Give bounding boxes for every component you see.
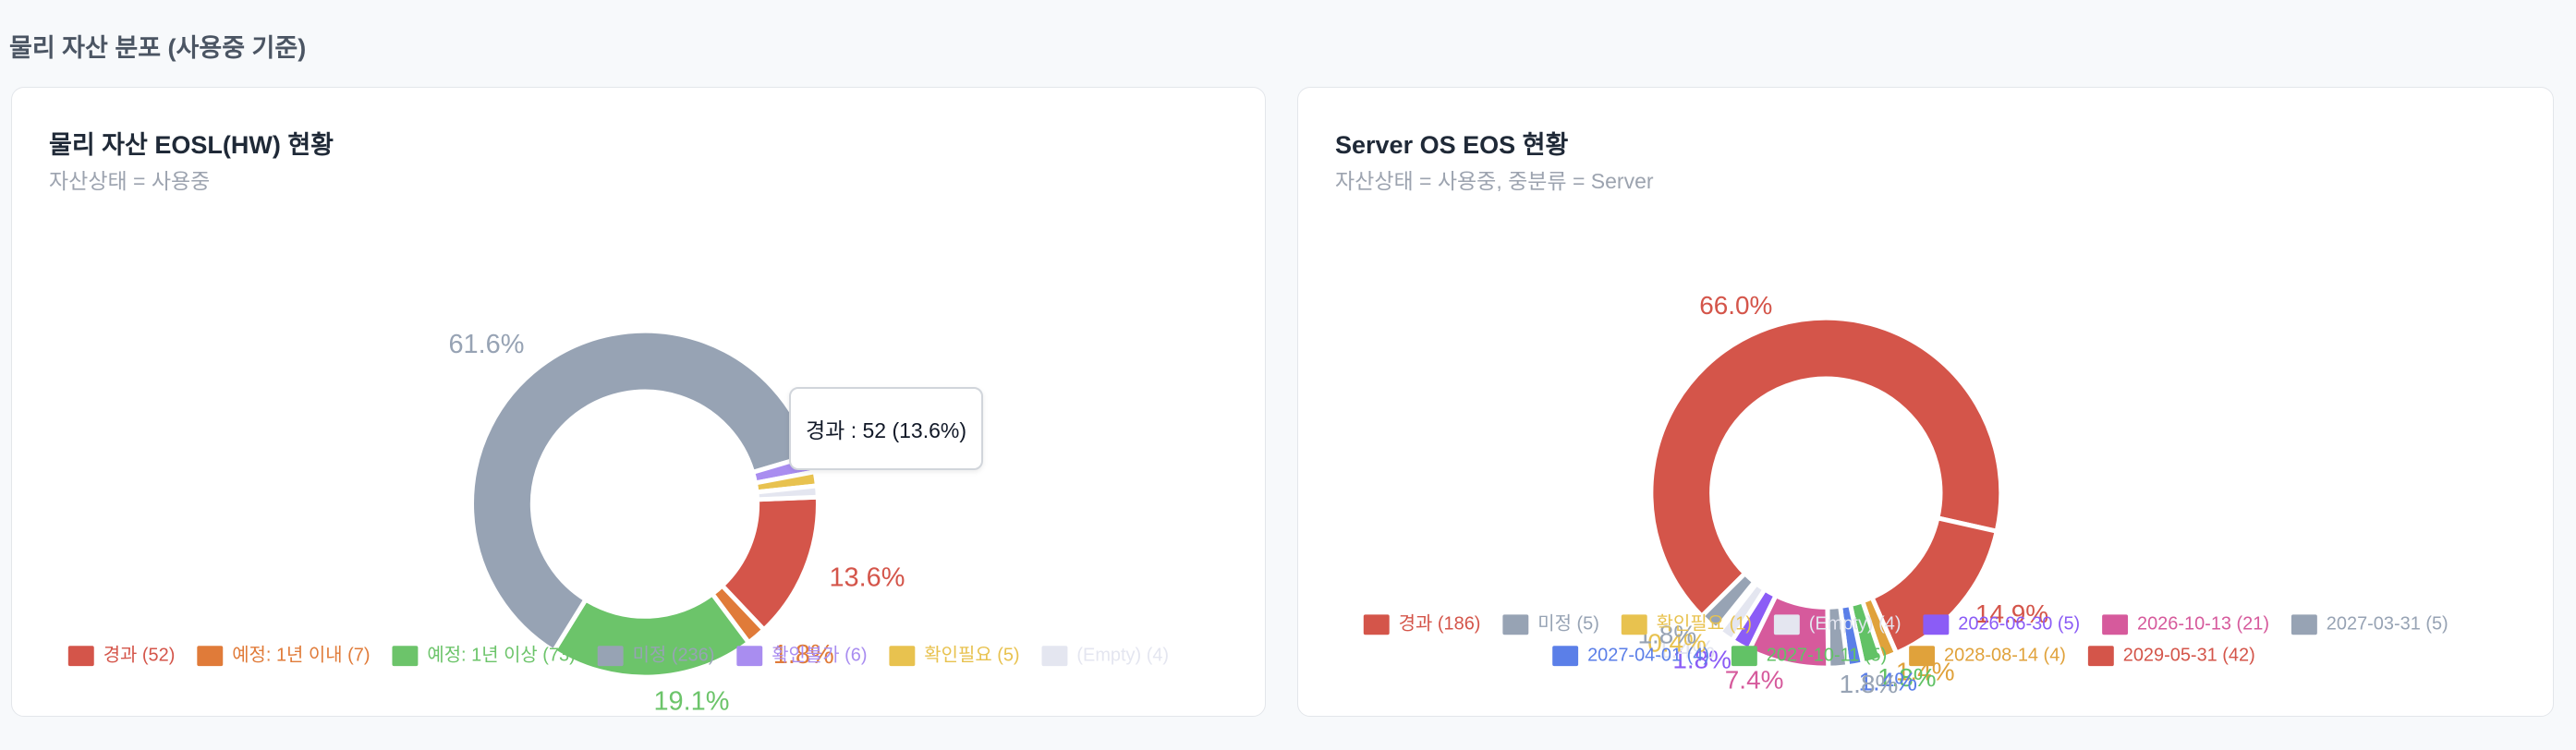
legend-item[interactable]: (Empty) (4) [1773, 614, 1902, 635]
chart-legend: 경과 (52) 예정: 1년 이내 (7) 예정: 1년 이상 (73) 미정 (23… [67, 644, 1170, 667]
legend-swatch [2087, 646, 2114, 667]
legend-swatch [197, 646, 224, 667]
legend-swatch [597, 646, 624, 667]
legend-item[interactable]: 미정 (236) [597, 644, 715, 667]
legend-item[interactable]: 미정 (5) [1502, 613, 1599, 635]
legend-item[interactable]: 2029-05-31 (42) [2087, 645, 2255, 667]
legend-swatch [1621, 614, 1647, 635]
legend-label: 경과 (52) [103, 644, 176, 665]
legend-swatch [67, 646, 94, 667]
legend-swatch [736, 646, 763, 667]
legend-item[interactable]: 확인필요 (1) [1621, 613, 1752, 635]
slice-pct-label: 61.6% [448, 330, 524, 359]
legend-swatch [1552, 646, 1579, 667]
legend-item[interactable]: 확인불가 (6) [736, 644, 867, 667]
slice-pct-label: 1.8% [1840, 670, 1899, 698]
legend-item[interactable]: 2026-10-13 (21) [2102, 614, 2269, 635]
legend-label: 확인불가 (6) [772, 644, 867, 665]
chart-tooltip: 경과 : 52 (13.6%) [789, 387, 983, 470]
legend-label: 2028-08-14 (4) [1944, 645, 2066, 665]
legend-item[interactable]: 예정: 1년 이내 (7) [197, 644, 371, 667]
legend-item[interactable]: 확인필요 (5) [889, 644, 1020, 667]
legend-swatch [1041, 646, 1068, 667]
legend-label: (Empty) (4) [1809, 614, 1902, 635]
legend-swatch [1731, 646, 1757, 667]
legend-item[interactable]: 2026-06-30 (5) [1923, 614, 2080, 635]
os-eos-donut-chart: 66.0%14.9%1.4%1.8%1.4%1.8%7.4%1.8%1.4%0.… [1363, 291, 2448, 698]
slice-pct-label: 7.4% [1725, 665, 1784, 694]
legend-item[interactable]: (Empty) (4) [1041, 645, 1170, 667]
legend-swatch [2290, 614, 2317, 635]
legend-item[interactable]: 예정: 1년 이상 (73) [392, 644, 576, 667]
legend-item[interactable]: 경과 (186) [1363, 613, 1481, 635]
legend-swatch [1909, 646, 1936, 667]
os-eos-card: Server OS EOS 현황 자산상태 = 사용중, 중분류 = Serve… [1297, 87, 2554, 717]
legend-label: 2029-05-31 (42) [2123, 645, 2255, 665]
slice-pct-label: 19.1% [653, 686, 729, 716]
legend-swatch [1363, 614, 1390, 635]
legend-item[interactable]: 2027-04-01 (4) [1552, 645, 1709, 667]
legend-label: 예정: 1년 이내 (7) [232, 644, 370, 665]
legend-item[interactable]: 2028-08-14 (4) [1909, 645, 2066, 667]
legend-swatch [1923, 614, 1950, 635]
legend-label: 확인필요 (1) [1657, 613, 1752, 635]
legend-label: 미정 (236) [633, 644, 715, 665]
legend-label: 2027-03-31 (5) [2327, 614, 2448, 635]
legend-label: 경과 (186) [1399, 613, 1481, 635]
legend-swatch [1502, 614, 1529, 635]
legend-label: 확인필요 (5) [924, 644, 1019, 665]
legend-label: 2027-10-11 (5) [1767, 645, 1887, 665]
legend-label: 2027-04-01 (4) [1587, 645, 1709, 665]
legend-label: 예정: 1년 이상 (73) [427, 644, 575, 665]
legend-label: 2026-06-30 (5) [1958, 614, 2080, 635]
slice-pct-label: 13.6% [829, 563, 905, 593]
legend-label: (Empty) (4) [1076, 645, 1169, 665]
legend-swatch [889, 646, 916, 667]
legend-swatch [1773, 614, 1800, 635]
hw-eosl-donut-chart: 13.6%1.8%19.1%61.6%1.6%경과 (52)예정: 1년 이내 … [67, 328, 1170, 716]
hw-eosl-card: 물리 자산 EOSL(HW) 현황 자산상태 = 사용중 13.6% 1.8% 19… [11, 87, 1266, 717]
legend-swatch [392, 646, 419, 667]
legend-label: 2026-10-13 (21) [2137, 614, 2269, 635]
section-title: 물리 자산 분포 (사용중 기준) [9, 34, 307, 62]
legend-item[interactable]: 2027-10-11 (5) [1731, 645, 1887, 667]
legend-item[interactable]: 경과 (52) [67, 644, 176, 667]
donut-slices [469, 328, 820, 680]
slice-pct-label: 66.0% [1699, 291, 1772, 320]
legend-label: 미정 (5) [1537, 613, 1599, 635]
legend-swatch [2102, 614, 2129, 635]
legend-item[interactable]: 2027-03-31 (5) [2290, 614, 2448, 635]
